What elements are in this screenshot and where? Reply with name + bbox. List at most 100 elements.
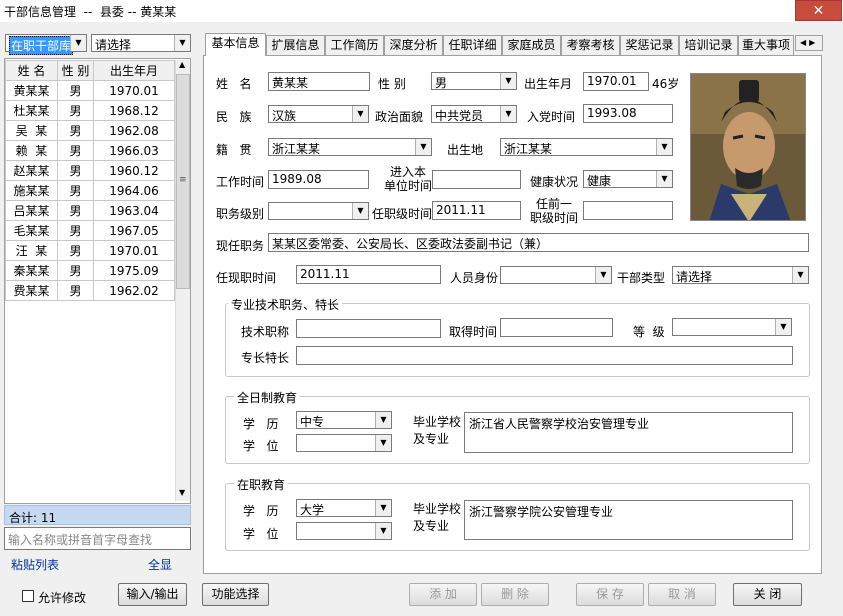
- col-gender[interactable]: 性 别: [57, 60, 94, 81]
- fulltime-diploma-select[interactable]: ▼: [296, 434, 392, 452]
- skill-field[interactable]: [296, 346, 793, 365]
- tab-extended-info[interactable]: 扩展信息: [266, 35, 325, 55]
- col-birth[interactable]: 出生年月: [93, 60, 175, 81]
- list-scrollbar[interactable]: ▲ ≡ ▼: [175, 60, 190, 501]
- allow-edit-checkbox[interactable]: [22, 590, 34, 602]
- chevron-left-icon[interactable]: ◀: [800, 38, 806, 47]
- gender-value: 男: [435, 76, 448, 90]
- scroll-down-icon[interactable]: ▼: [179, 488, 185, 497]
- birthplace-select[interactable]: 浙江某某 ▼: [500, 138, 673, 156]
- chevron-down-icon: ▼: [500, 106, 516, 122]
- table-row[interactable]: 赖 某男 1966.03: [5, 140, 175, 161]
- cell-gender: 男: [57, 120, 94, 141]
- fulltime-school-field[interactable]: 浙江省人民警察学校治安管理专业: [464, 412, 793, 453]
- unit-date-field[interactable]: [432, 170, 521, 189]
- table-row[interactable]: 费某某男 1962.02: [5, 280, 175, 301]
- table-row[interactable]: 汪 某男 1970.01: [5, 240, 175, 261]
- grip-icon: ≡: [179, 175, 187, 185]
- name-field[interactable]: 黄某某: [268, 72, 370, 91]
- post-time-field[interactable]: 2011.11: [296, 265, 441, 284]
- allow-edit-label[interactable]: 允许修改: [38, 589, 86, 606]
- save-button[interactable]: 保 存: [576, 583, 644, 606]
- grade-select[interactable]: ▼: [672, 318, 792, 336]
- birthplace-value: 浙江某某: [504, 142, 553, 156]
- ethnic-select[interactable]: 汉族 ▼: [268, 105, 369, 123]
- unit-filter-select[interactable]: 请选择 ▼: [91, 34, 191, 52]
- table-row[interactable]: 吴 某男 1962.08: [5, 120, 175, 141]
- origin-label: 籍 贯: [216, 143, 252, 157]
- inservice-diploma-select[interactable]: ▼: [296, 522, 392, 540]
- current-post-field[interactable]: 某某区委常委、公安局长、区委政法委副书记（兼）: [268, 233, 809, 252]
- tab-scroll[interactable]: ◀ ▶: [795, 35, 823, 51]
- table-row[interactable]: 黄某某男 1970.01: [5, 80, 175, 101]
- delete-button[interactable]: 删 除: [481, 583, 549, 606]
- obtain-time-field[interactable]: [500, 318, 613, 337]
- birth-field[interactable]: 1970.01: [583, 72, 649, 91]
- work-date-field[interactable]: 1989.08: [268, 170, 369, 189]
- tech-title-field[interactable]: [296, 319, 441, 338]
- paste-list-link[interactable]: 粘贴列表: [11, 556, 59, 573]
- cadre-type-select[interactable]: 请选择 ▼: [672, 266, 809, 284]
- tab-family[interactable]: 家庭成员: [502, 35, 561, 55]
- tab-rewards[interactable]: 奖惩记录: [620, 35, 679, 55]
- show-all-link[interactable]: 全显: [148, 556, 172, 573]
- search-input[interactable]: 输入名称或拼音首字母查找: [4, 527, 191, 550]
- health-select[interactable]: 健康 ▼: [583, 170, 673, 188]
- tab-work-history[interactable]: 工作简历: [325, 35, 384, 55]
- prev-level-field[interactable]: [583, 201, 673, 220]
- table-row[interactable]: 毛某某男 1967.05: [5, 220, 175, 241]
- tab-deep-analysis[interactable]: 深度分析: [384, 35, 443, 55]
- cell-birth: 1970.01: [93, 80, 175, 101]
- level-time-label: 任职级时间: [372, 207, 433, 221]
- identity-label: 人员身份: [450, 271, 499, 285]
- inservice-degree-select[interactable]: 大学 ▼: [296, 499, 392, 517]
- gender-select[interactable]: 男 ▼: [431, 72, 517, 90]
- chevron-down-icon: ▼: [656, 139, 672, 155]
- political-label: 政治面貌: [375, 110, 424, 124]
- health-label: 健康状况: [530, 175, 579, 189]
- cell-name: 赖 某: [5, 140, 58, 161]
- level-time-field[interactable]: 2011.11: [432, 201, 521, 220]
- add-button[interactable]: 添 加: [409, 583, 477, 606]
- cell-birth: 1966.03: [93, 140, 175, 161]
- tab-training[interactable]: 培训记录: [679, 35, 738, 55]
- identity-select[interactable]: ▼: [500, 266, 612, 284]
- origin-value: 浙江某某: [272, 142, 321, 156]
- party-date-label: 入党时间: [527, 110, 576, 124]
- origin-select[interactable]: 浙江某某 ▼: [268, 138, 432, 156]
- function-button[interactable]: 功能选择: [202, 583, 269, 606]
- col-name[interactable]: 姓 名: [5, 60, 58, 81]
- table-row[interactable]: 吕某某男 1963.04: [5, 200, 175, 221]
- table-row[interactable]: 施某某男 1964.06: [5, 180, 175, 201]
- inservice-school-field[interactable]: 浙江警察学院公安管理专业: [464, 500, 793, 540]
- cell-birth: 1962.08: [93, 120, 175, 141]
- party-date-field[interactable]: 1993.08: [583, 104, 673, 123]
- tab-major-events[interactable]: 重大事项: [738, 35, 794, 55]
- table-row[interactable]: 秦某某男 1975.09: [5, 260, 175, 281]
- fulltime-degree-label: 学 历: [243, 417, 279, 431]
- fulltime-degree-select[interactable]: 中专 ▼: [296, 411, 392, 429]
- table-row[interactable]: 赵某某男 1960.12: [5, 160, 175, 181]
- level-select[interactable]: ▼: [268, 202, 369, 220]
- library-filter-select[interactable]: 在职干部库 ▼: [5, 34, 87, 55]
- tab-basic-info[interactable]: 基本信息: [205, 33, 266, 56]
- close-button[interactable]: 关 闭: [733, 583, 802, 606]
- gender-label: 性 别: [378, 77, 406, 91]
- io-button[interactable]: 输入/输出: [118, 583, 187, 606]
- window-close-button[interactable]: ✕: [795, 0, 842, 21]
- cancel-button[interactable]: 取 消: [648, 583, 716, 606]
- chevron-down-icon: ▼: [375, 412, 391, 428]
- birth-label: 出生年月: [524, 77, 573, 91]
- table-row[interactable]: 杜某某男 1968.12: [5, 100, 175, 121]
- scrollbar-thumb[interactable]: ≡: [176, 74, 190, 289]
- current-post-label: 现任职务: [216, 239, 265, 253]
- library-filter-value: 在职干部库: [9, 36, 74, 55]
- chevron-right-icon[interactable]: ▶: [809, 38, 815, 47]
- tab-appointment-detail[interactable]: 任职详细: [443, 35, 502, 55]
- political-select[interactable]: 中共党员 ▼: [431, 105, 517, 123]
- cell-birth: 1960.12: [93, 160, 175, 181]
- scroll-up-icon[interactable]: ▲: [179, 60, 185, 69]
- tab-assessment[interactable]: 考察考核: [561, 35, 620, 55]
- unit-date-label: 进入本 单位时间: [384, 165, 433, 193]
- cadre-type-label: 干部类型: [617, 271, 666, 285]
